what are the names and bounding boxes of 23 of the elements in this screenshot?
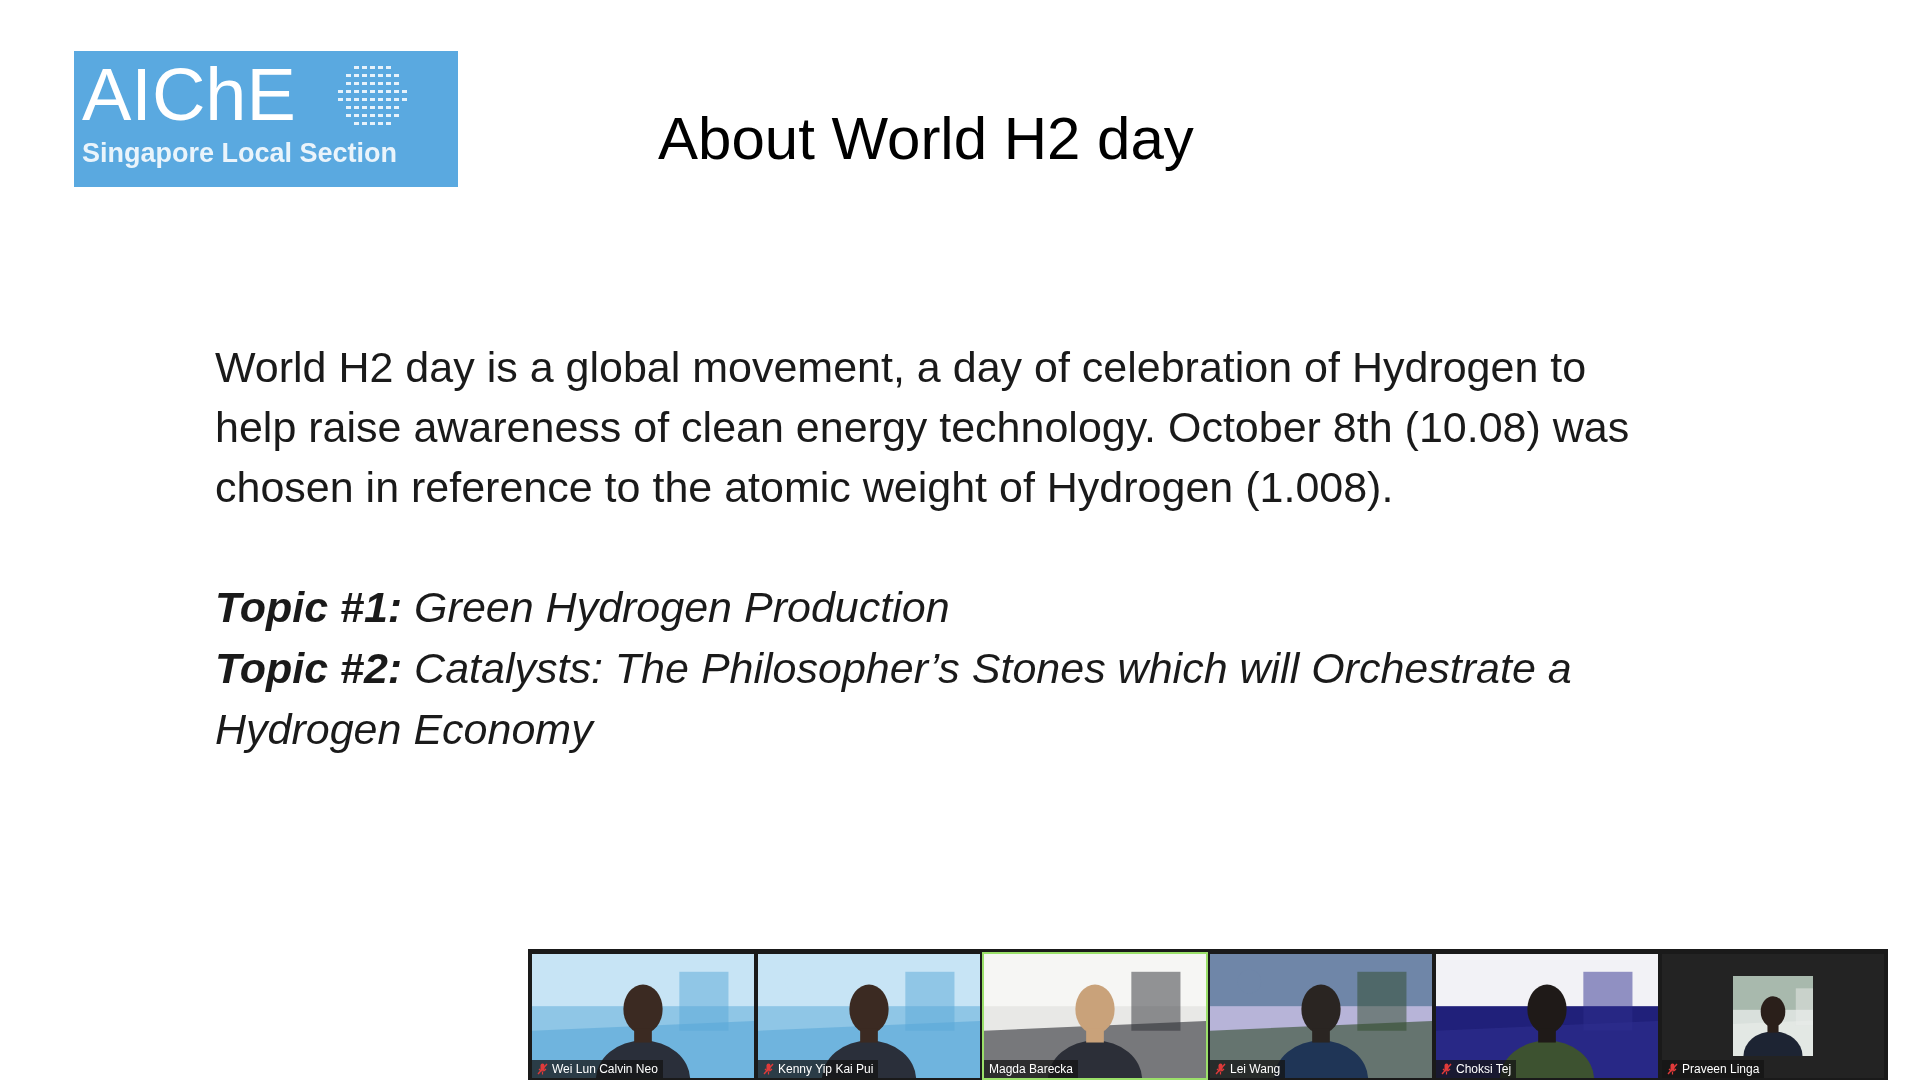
participant-name: Praveen Linga — [1682, 1062, 1760, 1076]
topic-line: Topic #2: Catalysts: The Philosopher’s Stones which will Orchestrate a Hydrogen Economy — [215, 643, 1573, 755]
slide-title: About World H2 day — [658, 104, 1194, 174]
participant-name: Kenny Yip Kai Pui — [778, 1062, 874, 1076]
muted-microphone-icon — [1667, 1063, 1678, 1075]
video-tile[interactable]: Lei Wang — [1208, 952, 1434, 1080]
video-tile[interactable]: Kenny Yip Kai Pui — [756, 952, 982, 1080]
muted-microphone-icon — [1441, 1063, 1452, 1075]
video-tile[interactable]: Choksi Tej — [1434, 952, 1660, 1080]
participant-name: Choksi Tej — [1456, 1062, 1512, 1076]
video-tile[interactable]: Wei Lun Calvin Neo — [530, 952, 756, 1080]
participant-name: Wei Lun Calvin Neo — [552, 1062, 658, 1076]
slide-paragraph: World H2 day is a global movement, a day of celebration of Hydrogen to help raise awareness of clean energy technology. October 8th (10.08) was chosen in reference to the atomic weight of Hydrogen (1.008). — [215, 342, 1631, 513]
muted-microphone-icon — [537, 1063, 548, 1075]
muted-microphone-icon — [1215, 1063, 1226, 1075]
logo-title: AIChE — [82, 55, 296, 135]
participant-name: Lei Wang — [1230, 1062, 1281, 1076]
participant-name: Magda Barecka — [989, 1062, 1074, 1076]
topic-line: Topic #1: Green Hydrogen Production — [215, 582, 951, 633]
muted-microphone-icon — [763, 1063, 774, 1075]
video-tile[interactable]: Praveen Linga — [1660, 952, 1886, 1080]
video-tile[interactable]: Magda Barecka — [982, 952, 1208, 1080]
logo-subtitle: Singapore Local Section — [82, 137, 399, 170]
